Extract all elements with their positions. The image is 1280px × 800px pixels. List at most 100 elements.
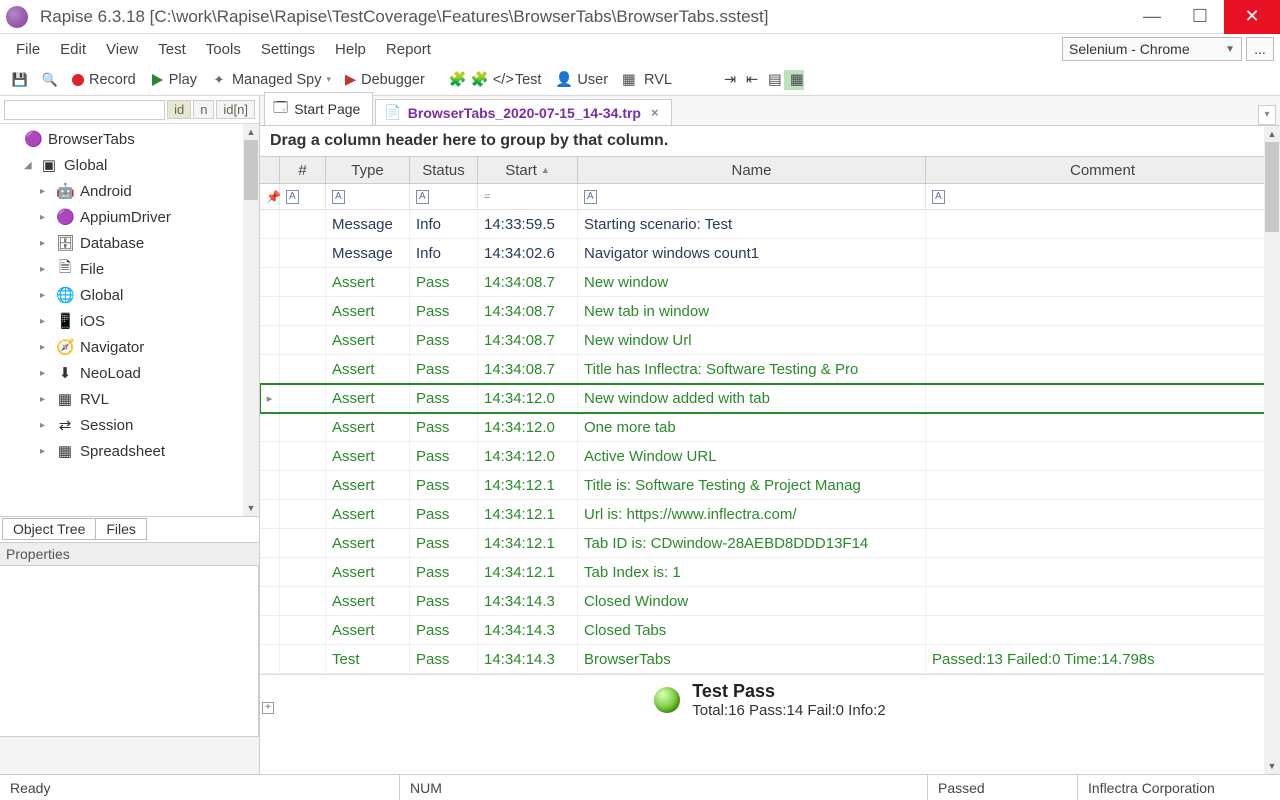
scroll-thumb[interactable] bbox=[1265, 142, 1279, 232]
menu-view[interactable]: View bbox=[96, 37, 148, 62]
filter-idn-button[interactable]: id[n] bbox=[216, 100, 255, 119]
toolbar-extra-2[interactable]: ⇤ bbox=[740, 70, 760, 90]
close-button[interactable]: ✕ bbox=[1224, 0, 1280, 34]
col-start[interactable]: Start▲ bbox=[478, 157, 578, 183]
tree-item[interactable]: ▸🗄Database bbox=[0, 230, 259, 256]
table-row[interactable]: AssertPass14:34:12.1Tab Index is: 1 bbox=[260, 558, 1280, 587]
browser-profile-combo[interactable]: Selenium - Chrome ▼ bbox=[1062, 37, 1242, 61]
tree-item[interactable]: ▸▦RVL bbox=[0, 386, 259, 412]
tree-root[interactable]: 🟣BrowserTabs bbox=[0, 126, 259, 152]
filter-icon[interactable]: A bbox=[932, 190, 945, 204]
filter-equals-icon[interactable]: = bbox=[484, 191, 490, 203]
close-tab-icon[interactable]: × bbox=[647, 105, 659, 120]
scroll-up-icon[interactable]: ▲ bbox=[243, 124, 259, 140]
menu-help[interactable]: Help bbox=[325, 37, 376, 62]
tree-item[interactable]: ▸🧭Navigator bbox=[0, 334, 259, 360]
more-options-button[interactable]: ... bbox=[1246, 37, 1274, 61]
menu-test[interactable]: Test bbox=[148, 37, 196, 62]
tabs-dropdown-button[interactable]: ▾ bbox=[1258, 105, 1276, 125]
tree-item[interactable]: ▸🗎File bbox=[0, 256, 259, 282]
col-comment[interactable]: Comment bbox=[926, 157, 1280, 183]
tree-item[interactable]: ▸⬇NeoLoad bbox=[0, 360, 259, 386]
tree-item[interactable]: ▸🟣AppiumDriver bbox=[0, 204, 259, 230]
table-row[interactable]: MessageInfo14:34:02.6Navigator windows c… bbox=[260, 239, 1280, 268]
tab-report[interactable]: 📄BrowserTabs_2020-07-15_14-34.trp× bbox=[375, 99, 671, 125]
tab-files[interactable]: Files bbox=[95, 518, 147, 540]
col-status[interactable]: Status bbox=[410, 157, 478, 183]
tree-item[interactable]: ▸⇄Session bbox=[0, 412, 259, 438]
tab-object-tree[interactable]: Object Tree bbox=[2, 518, 96, 540]
table-row[interactable]: AssertPass14:34:08.7New window bbox=[260, 268, 1280, 297]
table-row[interactable]: AssertPass14:34:08.7Title has Inflectra:… bbox=[260, 355, 1280, 384]
tree-item[interactable]: ▸📱iOS bbox=[0, 308, 259, 334]
grid-header[interactable]: # Type Status Start▲ Name Comment bbox=[260, 156, 1280, 184]
search-icon[interactable]: 🔍 bbox=[36, 70, 64, 90]
scroll-down-icon[interactable]: ▼ bbox=[243, 500, 259, 516]
record-button[interactable]: Record bbox=[66, 70, 142, 90]
table-row[interactable]: AssertPass14:34:14.3Closed Tabs bbox=[260, 616, 1280, 645]
group-hint[interactable]: Drag a column header here to group by th… bbox=[260, 126, 1280, 156]
save-icon[interactable]: 💾 bbox=[6, 70, 34, 90]
toolbar-extra-3[interactable]: ▤ bbox=[762, 70, 782, 90]
col-name[interactable]: Name bbox=[578, 157, 926, 183]
col-type[interactable]: Type bbox=[326, 157, 410, 183]
filter-n-button[interactable]: n bbox=[193, 100, 214, 119]
filter-id-button[interactable]: id bbox=[167, 100, 191, 119]
menu-tools[interactable]: Tools bbox=[196, 37, 251, 62]
pin-icon[interactable]: 📌 bbox=[266, 190, 281, 204]
status-passed: Passed bbox=[928, 775, 1078, 800]
user-icon[interactable]: 👤 bbox=[549, 69, 569, 90]
tab-start-page[interactable]: 🗔Start Page bbox=[264, 92, 373, 125]
table-row[interactable]: ▸AssertPass14:34:12.0New window added wi… bbox=[260, 384, 1280, 413]
table-row[interactable]: AssertPass14:34:14.3Closed Window bbox=[260, 587, 1280, 616]
tree-item[interactable]: ▸🌐Global bbox=[0, 282, 259, 308]
debugger-button[interactable]: ▶Debugger bbox=[339, 70, 431, 90]
object-tree[interactable]: 🟣BrowserTabs ◢▣Global ▸🤖Android▸🟣AppiumD… bbox=[0, 124, 259, 466]
tree-global[interactable]: ◢▣Global bbox=[0, 152, 259, 178]
toolbar-extra-4[interactable]: ▦ bbox=[784, 70, 804, 90]
grid-filter-row[interactable]: 📌 A A A = A A bbox=[260, 184, 1280, 210]
table-row[interactable]: AssertPass14:34:08.7New tab in window bbox=[260, 297, 1280, 326]
toolbar-extra-1[interactable]: ⇥ bbox=[718, 70, 738, 90]
rvl-icon[interactable]: ▦ bbox=[616, 70, 636, 90]
filter-icon[interactable]: A bbox=[416, 190, 429, 204]
table-row[interactable]: AssertPass14:34:08.7New window Url bbox=[260, 326, 1280, 355]
menu-settings[interactable]: Settings bbox=[251, 37, 325, 62]
filter-icon[interactable]: A bbox=[286, 190, 299, 204]
report-icon: 📄 bbox=[384, 104, 401, 121]
user-button[interactable]: User bbox=[571, 70, 614, 90]
play-button[interactable]: Play bbox=[144, 70, 203, 90]
object-filter-input[interactable] bbox=[4, 100, 165, 120]
menu-edit[interactable]: Edit bbox=[50, 37, 96, 62]
spy-button[interactable]: ✦Managed Spy▾ bbox=[205, 70, 337, 90]
scroll-up-icon[interactable]: ▲ bbox=[1264, 126, 1280, 142]
tree-scrollbar[interactable]: ▲ ▼ bbox=[243, 124, 259, 516]
table-row[interactable]: MessageInfo14:33:59.5Starting scenario: … bbox=[260, 210, 1280, 239]
toolbar-icon-2[interactable]: 🧩 bbox=[465, 69, 485, 90]
table-row[interactable]: TestPass14:34:14.3BrowserTabsPassed:13 F… bbox=[260, 645, 1280, 674]
test-button[interactable]: Test bbox=[509, 70, 548, 90]
menu-report[interactable]: Report bbox=[376, 37, 441, 62]
table-row[interactable]: AssertPass14:34:12.1Url is: https://www.… bbox=[260, 500, 1280, 529]
table-row[interactable]: AssertPass14:34:12.1Tab ID is: CDwindow-… bbox=[260, 529, 1280, 558]
filter-icon[interactable]: A bbox=[584, 190, 597, 204]
table-row[interactable]: AssertPass14:34:12.0One more tab bbox=[260, 413, 1280, 442]
summary-title: Test Pass bbox=[692, 681, 885, 702]
toolbar-icon-1[interactable]: 🧩 bbox=[443, 69, 463, 90]
filter-icon[interactable]: A bbox=[332, 190, 345, 204]
scroll-thumb[interactable] bbox=[244, 140, 258, 200]
minimize-button[interactable]: — bbox=[1128, 0, 1176, 34]
expand-all-button[interactable]: + bbox=[262, 702, 274, 714]
grid-scrollbar[interactable]: ▲ ▼ bbox=[1264, 126, 1280, 774]
toolbar-icon-3[interactable]: </> bbox=[487, 70, 507, 90]
tree-item[interactable]: ▸▦Spreadsheet bbox=[0, 438, 259, 464]
table-row[interactable]: AssertPass14:34:12.0Active Window URL bbox=[260, 442, 1280, 471]
col-num[interactable]: # bbox=[280, 157, 326, 183]
maximize-button[interactable]: ☐ bbox=[1176, 0, 1224, 34]
tree-item[interactable]: ▸🤖Android bbox=[0, 178, 259, 204]
menu-file[interactable]: File bbox=[6, 37, 50, 62]
grid-body[interactable]: MessageInfo14:33:59.5Starting scenario: … bbox=[260, 210, 1280, 674]
table-row[interactable]: AssertPass14:34:12.1Title is: Software T… bbox=[260, 471, 1280, 500]
rvl-button[interactable]: RVL bbox=[638, 70, 678, 90]
scroll-down-icon[interactable]: ▼ bbox=[1264, 758, 1280, 774]
